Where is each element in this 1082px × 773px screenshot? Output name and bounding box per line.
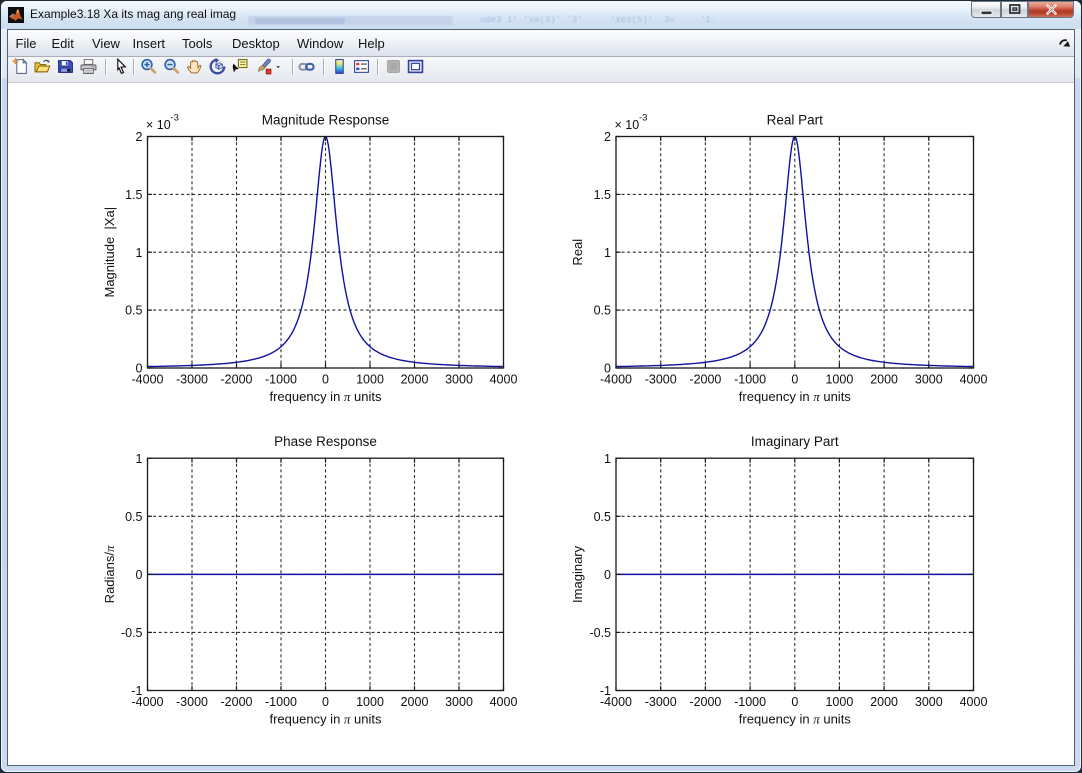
svg-text:Imaginary Part: Imaginary Part: [751, 434, 839, 449]
svg-text:-1000: -1000: [734, 695, 766, 709]
svg-text:1000: 1000: [825, 695, 853, 709]
svg-text:Magnitude Response: Magnitude Response: [262, 113, 390, 128]
svg-text:4000: 4000: [960, 695, 988, 709]
svg-text:Real: Real: [570, 239, 585, 266]
svg-text:-1000: -1000: [265, 695, 297, 709]
svg-text:3000: 3000: [915, 695, 943, 709]
svg-text:0: 0: [136, 568, 143, 582]
svg-text:Magnitude |Xa|: Magnitude |Xa|: [102, 207, 117, 298]
svg-text:-2000: -2000: [221, 695, 253, 709]
svg-text:1000: 1000: [825, 373, 853, 387]
svg-text:1: 1: [604, 452, 611, 466]
svg-text:-1: -1: [131, 684, 142, 698]
svg-text:2000: 2000: [401, 695, 429, 709]
svg-text:0.5: 0.5: [125, 304, 142, 318]
svg-text:frequency in π units: frequency in π units: [269, 712, 382, 727]
svg-text:3000: 3000: [915, 373, 943, 387]
svg-text:4000: 4000: [490, 695, 518, 709]
svg-text:1: 1: [136, 452, 143, 466]
svg-text:0: 0: [604, 362, 611, 376]
svg-text:3000: 3000: [445, 373, 473, 387]
svg-text:× 10: × 10: [615, 118, 640, 132]
svg-text:-3: -3: [639, 113, 647, 124]
svg-text:Radians/π: Radians/π: [102, 545, 117, 603]
svg-text:4000: 4000: [960, 373, 988, 387]
svg-text:frequency in π units: frequency in π units: [739, 389, 852, 404]
svg-text:0: 0: [322, 373, 329, 387]
svg-text:0: 0: [604, 568, 611, 582]
svg-text:× 10: × 10: [146, 118, 171, 132]
svg-text:1.5: 1.5: [125, 188, 142, 202]
svg-text:0.5: 0.5: [594, 510, 611, 524]
svg-text:0: 0: [322, 695, 329, 709]
svg-text:-1000: -1000: [734, 373, 766, 387]
svg-text:0: 0: [791, 695, 798, 709]
svg-text:2000: 2000: [870, 695, 898, 709]
svg-text:Real Part: Real Part: [767, 113, 824, 128]
svg-text:2000: 2000: [401, 373, 429, 387]
svg-text:frequency in π units: frequency in π units: [739, 712, 852, 727]
svg-text:1000: 1000: [356, 695, 384, 709]
svg-text:1000: 1000: [356, 373, 384, 387]
svg-text:-0.5: -0.5: [589, 626, 611, 640]
svg-text:-2000: -2000: [689, 373, 721, 387]
svg-text:-3000: -3000: [176, 695, 208, 709]
svg-text:1.5: 1.5: [594, 188, 611, 202]
svg-text:0.5: 0.5: [594, 304, 611, 318]
svg-text:frequency in π units: frequency in π units: [269, 389, 382, 404]
svg-text:-2000: -2000: [221, 373, 253, 387]
svg-text:0: 0: [136, 362, 143, 376]
svg-text:-0.5: -0.5: [121, 626, 143, 640]
svg-text:-2000: -2000: [689, 695, 721, 709]
svg-text:-3000: -3000: [176, 373, 208, 387]
svg-text:-3000: -3000: [645, 373, 677, 387]
svg-text:-1000: -1000: [265, 373, 297, 387]
svg-text:-1: -1: [600, 684, 611, 698]
svg-text:2: 2: [604, 130, 611, 144]
svg-text:0.5: 0.5: [125, 510, 142, 524]
svg-text:0: 0: [791, 373, 798, 387]
svg-text:1: 1: [136, 246, 143, 260]
svg-text:2: 2: [136, 130, 143, 144]
svg-text:2000: 2000: [870, 373, 898, 387]
svg-text:4000: 4000: [490, 373, 518, 387]
svg-text:1: 1: [604, 246, 611, 260]
svg-text:Imaginary: Imaginary: [570, 545, 585, 603]
svg-text:-3000: -3000: [645, 695, 677, 709]
svg-text:3000: 3000: [445, 695, 473, 709]
svg-text:Phase Response: Phase Response: [274, 434, 377, 449]
svg-text:-3: -3: [171, 113, 179, 124]
